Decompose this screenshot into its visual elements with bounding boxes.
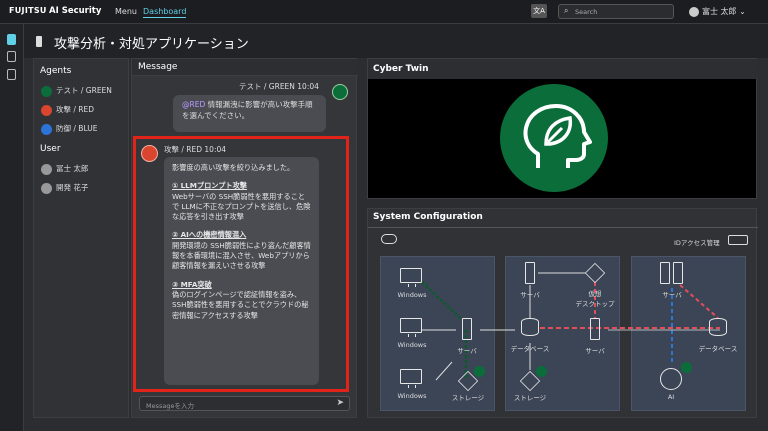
node-label: AI: [667, 393, 675, 401]
server-icon[interactable]: [462, 318, 472, 340]
database-icon[interactable]: [521, 318, 539, 336]
ai-atom-icon[interactable]: [660, 368, 682, 390]
node-label: データベース: [698, 345, 738, 353]
server-icon[interactable]: [590, 318, 600, 340]
node-label: Windows: [397, 392, 427, 400]
database-icon[interactable]: [709, 318, 727, 336]
server-icon[interactable]: [525, 262, 535, 284]
lock-icon: [536, 366, 547, 377]
node-label: サーバ: [457, 347, 477, 355]
node-label: サーバ: [662, 291, 682, 299]
node-label: ストレージ: [513, 394, 547, 402]
node-label: ストレージ: [451, 394, 485, 402]
lock-icon: [474, 366, 485, 377]
server-icon[interactable]: [673, 262, 683, 284]
server-icon[interactable]: [660, 262, 670, 284]
lock-icon: [681, 362, 692, 373]
node-label: サーバ: [520, 291, 540, 299]
node-label: Windows: [397, 341, 427, 349]
node-label: 仮想 デスクトップ: [575, 290, 615, 308]
windows-pc-icon[interactable]: [400, 318, 422, 337]
node-label: データベース: [510, 345, 550, 353]
node-label: サーバ: [585, 347, 605, 355]
node-label: Windows: [397, 291, 427, 299]
windows-pc-icon[interactable]: [400, 369, 422, 388]
windows-pc-icon[interactable]: [400, 268, 422, 287]
network-lines: [421, 272, 720, 381]
